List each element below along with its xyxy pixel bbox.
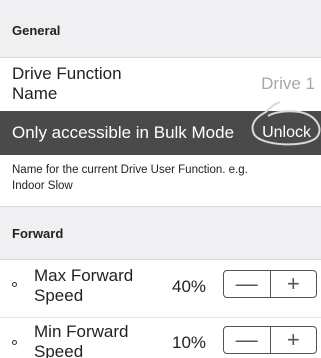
max-forward-speed-label: Max Forward Speed (34, 266, 134, 305)
drive-function-name-value[interactable]: Drive 1 (261, 74, 315, 94)
min-forward-speed-row: Min Forward Speed 10% — + (0, 318, 321, 358)
min-forward-speed-label: Min Forward Speed (34, 322, 129, 358)
unlock-label: Unlock (262, 124, 311, 141)
bulk-mode-lock-bar: Only accessible in Bulk Mode Unlock (0, 111, 321, 155)
drive-function-help-text: Name for the current Drive User Function… (0, 155, 321, 206)
bulk-mode-message: Only accessible in Bulk Mode (12, 123, 235, 142)
minus-icon[interactable]: — (224, 271, 270, 297)
drive-function-name-label: Drive Function Name (12, 64, 122, 103)
bullet-icon (12, 340, 17, 345)
min-forward-speed-value: 10% (172, 333, 207, 352)
forward-section-header: Forward (0, 206, 321, 260)
bullet-icon (12, 282, 17, 287)
forward-header-label: Forward (12, 225, 64, 241)
minus-icon[interactable]: — (224, 327, 270, 353)
general-header-label: General (12, 23, 61, 38)
plus-icon[interactable]: + (271, 327, 317, 353)
drive-function-name-row[interactable]: Drive Function Name Drive 1 (0, 58, 321, 111)
max-forward-speed-value: 40% (172, 277, 207, 296)
max-forward-speed-stepper[interactable]: — + (223, 270, 317, 298)
min-forward-speed-stepper[interactable]: — + (223, 326, 317, 354)
general-section-header: General (0, 0, 321, 58)
unlock-button[interactable]: Unlock (252, 119, 317, 147)
plus-icon[interactable]: + (271, 271, 317, 297)
max-forward-speed-row: Max Forward Speed 40% — + (0, 260, 321, 318)
